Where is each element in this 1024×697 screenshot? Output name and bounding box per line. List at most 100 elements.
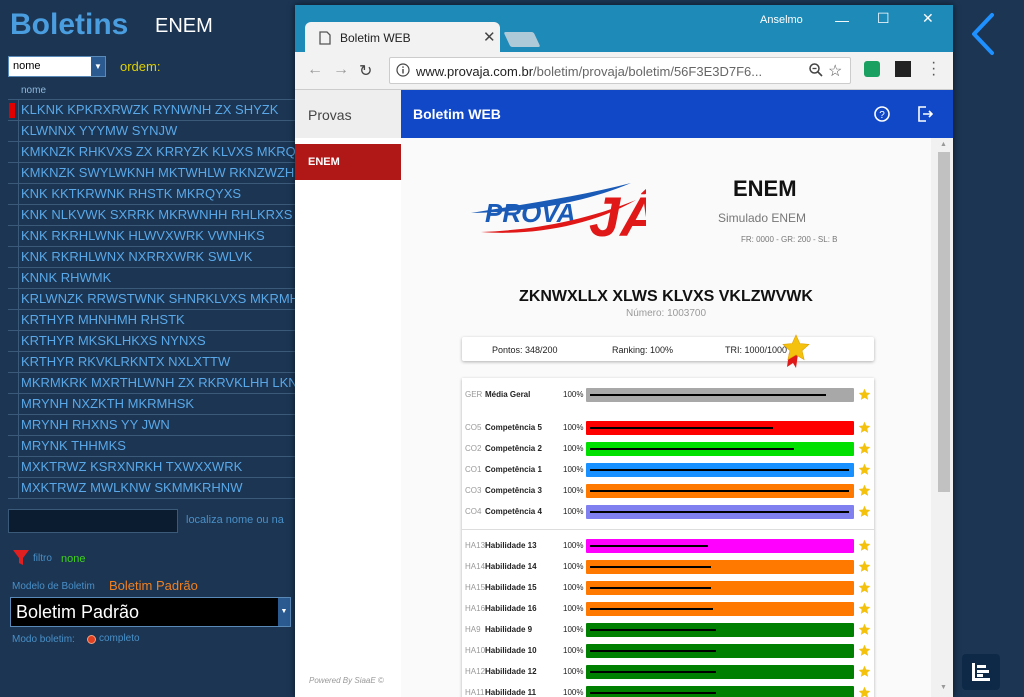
exam-subtitle: Simulado ENEM	[718, 211, 807, 225]
star-icon	[858, 623, 871, 635]
skill-code: HA12	[465, 667, 486, 676]
skill-label: Competência 3	[485, 486, 542, 495]
list-item[interactable]: KNNK RHWMK	[8, 268, 296, 289]
forward-arrow-icon[interactable]: →	[333, 61, 349, 79]
sort-select[interactable]: nome ▼	[8, 56, 106, 77]
scroll-up-icon[interactable]: ▲	[940, 141, 947, 148]
eye-extension-icon[interactable]	[864, 61, 880, 77]
skill-label: Habilidade 9	[485, 625, 533, 634]
skill-percent: 100%	[563, 667, 584, 676]
web-page: Provas ENEM Powered By SiaaE © Boletim W…	[295, 90, 953, 697]
report-content: PROVA JÁ ENEM Simulado ENEM FR: 0000 - G…	[401, 138, 931, 697]
back-arrow-icon[interactable]: ←	[307, 61, 323, 79]
search-hint: localiza nome ou na	[186, 514, 284, 526]
skill-percent: 100%	[563, 625, 584, 634]
info-icon[interactable]	[396, 63, 410, 77]
skill-label: Habilidade 11	[485, 688, 537, 697]
list-item[interactable]: MXKTRWZ MWLKNW SKMMKRHNW	[8, 478, 296, 499]
skill-code: HA16	[465, 604, 486, 613]
powered-by: Powered By SiaaE ©	[309, 676, 384, 685]
filter-label[interactable]: filtro	[33, 553, 52, 564]
list-item[interactable]: KLWNNX YYYMW SYNJW	[8, 121, 296, 142]
scroll-down-icon[interactable]: ▼	[940, 684, 947, 691]
skill-level-line	[590, 448, 794, 450]
logout-icon[interactable]	[916, 105, 934, 123]
chart-icon	[972, 663, 990, 681]
browser-tab[interactable]: Boletim WEB ✕	[305, 22, 500, 52]
skill-percent: 100%	[563, 688, 584, 697]
page-scrollbar[interactable]: ▲ ▼	[931, 138, 953, 697]
skill-row: HA12 Habilidade 12 100%	[462, 663, 874, 681]
list-header[interactable]: nome	[8, 83, 296, 100]
skill-row: HA14 Habilidade 14 100%	[462, 558, 874, 576]
filter-icon[interactable]	[12, 549, 30, 572]
list-item[interactable]: KRLWNZK RRWSTWNK SHNRKLVXS MKRMHKVXS	[8, 289, 296, 310]
report-button[interactable]	[962, 654, 1000, 690]
list-item[interactable]: KNK NLKVWK SXRRK MKRWNHH RHLKRXS	[8, 205, 296, 226]
student-number: Número: 1003700	[625, 308, 707, 319]
mode-radio[interactable]	[87, 635, 96, 644]
close-icon[interactable]: ✕	[483, 28, 496, 46]
chevron-down-icon: ▼	[278, 598, 290, 626]
new-tab-button[interactable]	[503, 32, 541, 47]
points-value: Pontos: 348/200	[492, 345, 558, 355]
scrollbar-thumb[interactable]	[938, 152, 950, 492]
skill-level-line	[590, 545, 708, 547]
list-item[interactable]: KLKNK KPKRXRWZK RYNWNH ZX SHYZK	[8, 100, 296, 121]
provaja-logo: PROVA JÁ	[471, 166, 661, 251]
order-label[interactable]: ordem:	[120, 59, 160, 74]
star-icon	[858, 539, 871, 551]
skill-label: Habilidade 15	[485, 583, 537, 592]
ranking-value: Ranking: 100%	[612, 345, 674, 355]
maximize-icon[interactable]: ☐	[877, 10, 890, 27]
bookmark-star-icon[interactable]: ☆	[828, 61, 842, 81]
skill-percent: 100%	[563, 507, 584, 516]
address-bar[interactable]: www.provaja.com.br/boletim/provaja/bolet…	[389, 57, 851, 84]
skill-label: Habilidade 14	[485, 562, 537, 571]
list-item[interactable]: KMKNZK RHKVXS ZX KRRYZK KLVXS MKRQYXS	[8, 142, 296, 163]
mode-value[interactable]: completo	[99, 633, 140, 644]
list-item[interactable]: MRYNH RHXNS YY JWN	[8, 415, 296, 436]
browser-user[interactable]: Anselmo	[760, 14, 803, 26]
list-item[interactable]: KNK KKTKRWNK RHSTK MKRQYXS	[8, 184, 296, 205]
list-item[interactable]: KMKNZK SWYLWKNH MKTWHLW RKNZWZHRNRZ	[8, 163, 296, 184]
extension-icon[interactable]	[895, 61, 911, 77]
search-input[interactable]	[8, 509, 178, 533]
skill-code: CO3	[465, 486, 482, 495]
menu-icon[interactable]: · · ·	[931, 55, 936, 83]
zoom-icon[interactable]	[808, 62, 824, 78]
minimize-icon[interactable]: —	[835, 12, 849, 28]
list-item[interactable]: MRYNK THHMKS	[8, 436, 296, 457]
list-item[interactable]: KRTHYR MHNHMH RHSTK	[8, 310, 296, 331]
star-icon	[858, 463, 871, 475]
tri-value: TRI: 1000/1000	[725, 345, 788, 355]
app-bar-title: Boletim WEB	[413, 106, 501, 122]
skill-label: Habilidade 12	[485, 667, 537, 676]
skill-code: HA15	[465, 583, 486, 592]
list-item[interactable]: KRTHYR MKSKLHKXS NYNXS	[8, 331, 296, 352]
skill-percent: 100%	[563, 444, 584, 453]
list-item[interactable]: KNK RKRHLWNX NXRRXWRK SWLVK	[8, 247, 296, 268]
reload-icon[interactable]: ↻	[359, 61, 372, 81]
skill-percent: 100%	[563, 486, 584, 495]
list-item[interactable]: KNK RKRHLWNK HLWVXWRK VWNHKS	[8, 226, 296, 247]
list-item[interactable]: MXKTRWZ KSRXNRKH TXWXXWRK	[8, 457, 296, 478]
list-item[interactable]: KRTHYR RKVKLRKNTX NXLXTTW	[8, 352, 296, 373]
browser-toolbar: ← → ↻ www.provaja.com.br/boletim/provaja…	[295, 52, 953, 90]
skill-percent: 100%	[563, 646, 584, 655]
back-icon[interactable]	[968, 12, 998, 61]
model-select[interactable]: Boletim Padrão ▼	[10, 597, 291, 627]
skill-row: CO3 Competência 3 100%	[462, 482, 874, 500]
list-item[interactable]: MRYNH NXZKTH MKRMHSK	[8, 394, 296, 415]
skill-code: HA10	[465, 646, 486, 655]
list-item[interactable]: MKRMKRK MXRTHLWNH ZX RKRVKLHH LKNH	[8, 373, 296, 394]
sidebar-item-enem[interactable]: ENEM	[295, 144, 401, 180]
help-icon[interactable]: ?	[873, 105, 891, 123]
sidebar-title: Provas	[295, 90, 401, 138]
window-close-icon[interactable]: ✕	[922, 10, 934, 27]
skill-percent: 100%	[563, 541, 584, 550]
skill-row: CO2 Competência 2 100%	[462, 440, 874, 458]
skill-percent: 100%	[563, 465, 584, 474]
skill-level-line	[590, 629, 716, 631]
sort-select-value: nome	[13, 60, 41, 72]
